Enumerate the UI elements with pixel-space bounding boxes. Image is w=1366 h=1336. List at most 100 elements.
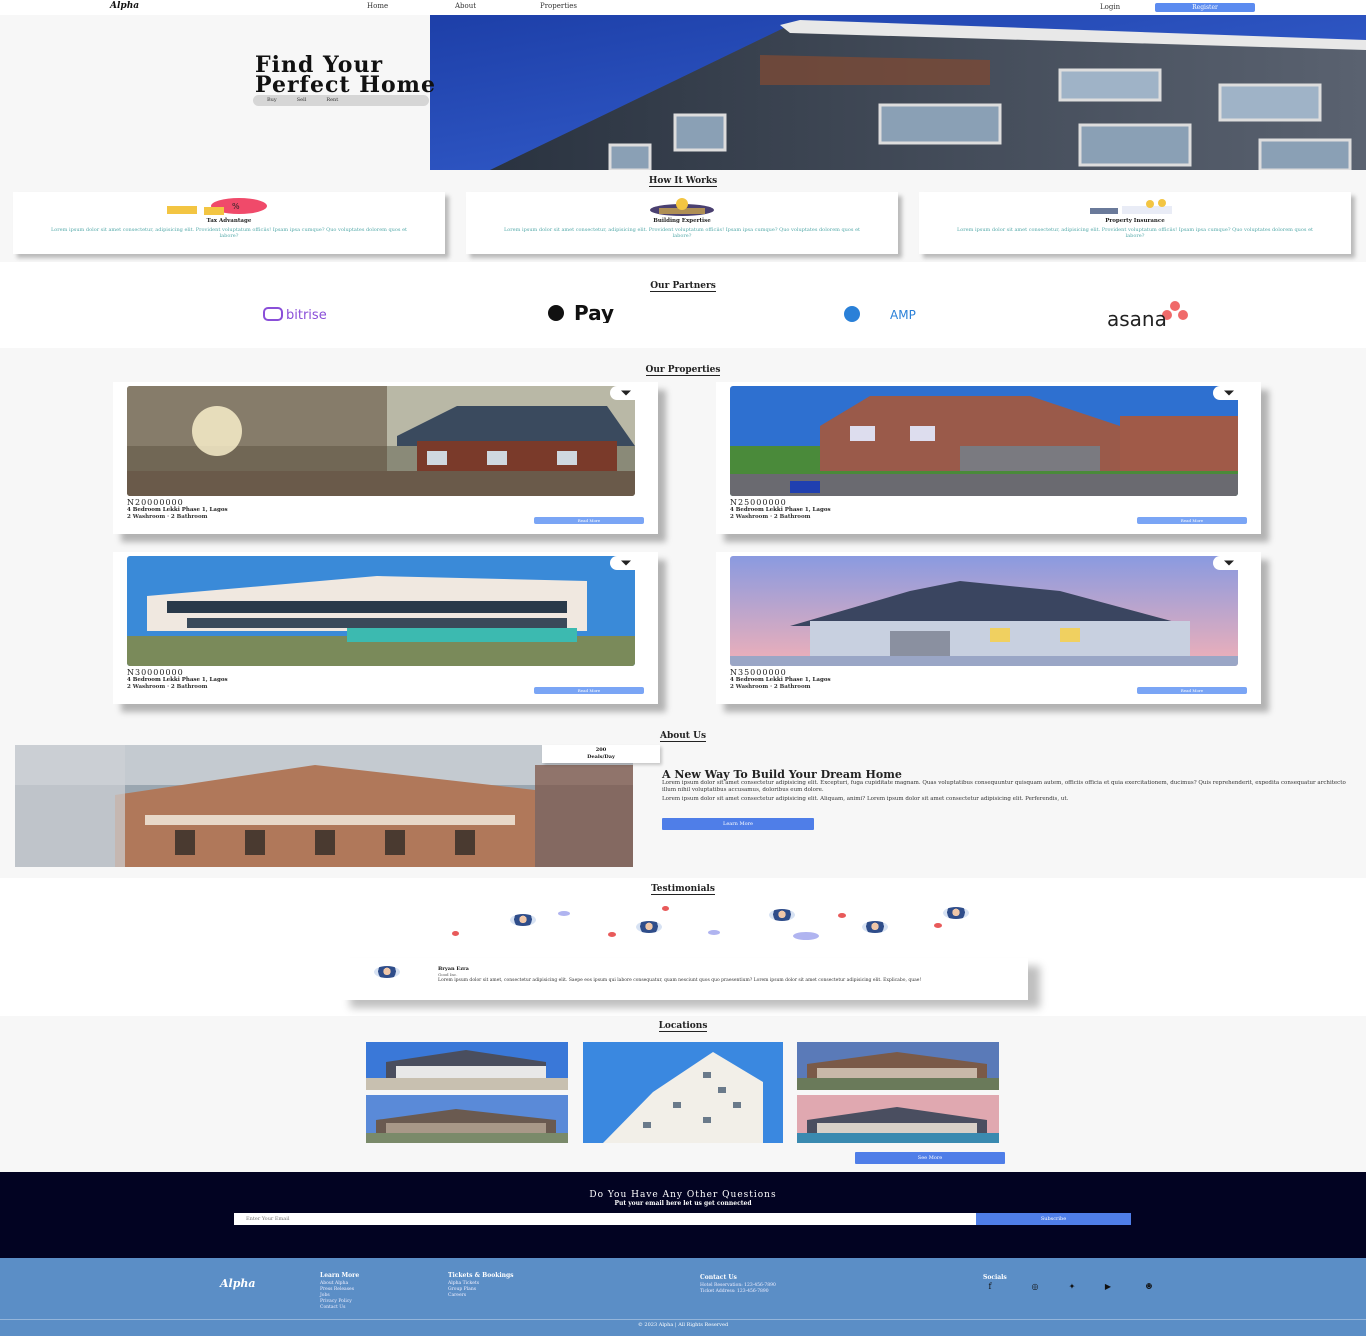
login-link[interactable]: Login xyxy=(1100,3,1120,11)
avatar[interactable] xyxy=(510,914,536,926)
bitrise-logo-text: bitrise xyxy=(286,308,327,322)
read-more-button[interactable]: Read More xyxy=(1137,687,1247,694)
deals-count: 200 xyxy=(595,747,607,753)
read-more-button[interactable]: Read More xyxy=(1137,517,1247,524)
hiw-card-tax: % Tax Advantage Lorem ipsum dolor sit am… xyxy=(13,192,445,254)
nav-link-home[interactable]: Home xyxy=(367,2,388,10)
about-text: Lorem ipsum dolor sit amet consectetur a… xyxy=(662,780,1352,803)
subscribe-button[interactable]: Subscribe xyxy=(976,1213,1131,1225)
testimonial-text: Lorem ipsum dolor sit amet, consectetur … xyxy=(438,978,922,983)
avatar[interactable] xyxy=(943,907,969,919)
hero-title-line2: Perfect Home xyxy=(255,72,436,98)
tab-sell[interactable]: Sell xyxy=(289,97,315,104)
hiw-card-text: Lorem ipsum dolor sit amet consectetur, … xyxy=(956,227,1314,239)
newsletter-subtitle: Put your email here let us get connected xyxy=(614,1200,752,1207)
location-image[interactable] xyxy=(366,1042,568,1090)
decorative-dot xyxy=(608,932,616,937)
decorative-dot xyxy=(934,923,942,928)
bitrise-logo: bitrise xyxy=(262,306,407,326)
email-field[interactable] xyxy=(234,1213,976,1225)
property-price: N20000000 xyxy=(127,498,184,507)
apple-pay-logo-text: Pay xyxy=(574,301,614,323)
hiw-card-text: Lorem ipsum dolor sit amet consectetur, … xyxy=(503,227,861,239)
property-features: 2 Washroom · 2 Bathroom xyxy=(127,684,208,690)
footer-learn-more-heading: Learn More xyxy=(320,1272,360,1279)
avatar[interactable] xyxy=(862,921,888,933)
asana-logo: asana xyxy=(1105,300,1250,332)
avatar[interactable] xyxy=(636,921,662,933)
testimonial-card: Bryan Ezra Good Inc. Lorem ipsum dolor s… xyxy=(338,958,1028,1000)
hero-title: Find Your Perfect Home xyxy=(255,54,635,98)
properties-title: Our Properties xyxy=(645,365,721,376)
location-image[interactable] xyxy=(583,1042,783,1143)
about-house-image xyxy=(15,745,633,867)
property-insurance-icon xyxy=(1070,196,1200,220)
nav-logo[interactable]: Alpha xyxy=(110,1,139,11)
deals-badge: 200 Deals/Day xyxy=(542,745,660,763)
instagram-icon[interactable]: ◎ xyxy=(1030,1282,1040,1292)
about-paragraph-2: Lorem ipsum dolor sit amet consectetur a… xyxy=(662,796,1069,802)
property-price: N25000000 xyxy=(730,498,787,507)
favorite-button[interactable] xyxy=(1213,556,1245,570)
read-more-button[interactable]: Read More xyxy=(534,517,644,524)
tax-advantage-icon: % xyxy=(164,196,294,220)
read-more-button[interactable]: Read More xyxy=(534,687,644,694)
property-location: 4 Bedroom Lekki Phase 1, Lagos xyxy=(730,677,831,683)
see-more-button[interactable]: See More xyxy=(855,1152,1005,1164)
favorite-icon xyxy=(621,390,631,396)
hiw-card-text: Lorem ipsum dolor sit amet consectetur, … xyxy=(50,227,408,239)
footer-contact-heading: Contact Us xyxy=(700,1274,737,1281)
property-card[interactable]: N25000000 4 Bedroom Lekki Phase 1, Lagos… xyxy=(716,382,1261,534)
decorative-dot xyxy=(838,913,846,918)
decorative-dot xyxy=(793,932,819,940)
svg-text:%: % xyxy=(232,202,240,211)
footer-link[interactable]: Careers xyxy=(448,1293,466,1299)
hiw-card-title: Tax Advantage xyxy=(206,218,252,224)
register-button[interactable]: Register xyxy=(1155,3,1255,12)
favorite-button[interactable] xyxy=(1213,386,1245,400)
avatar[interactable] xyxy=(769,909,795,921)
newsletter-title: Do You Have Any Other Questions xyxy=(589,1190,777,1200)
footer-divider xyxy=(0,1319,1366,1320)
nav-link-about[interactable]: About xyxy=(455,2,476,10)
property-price: N35000000 xyxy=(730,668,787,677)
footer-social-heading: Socials xyxy=(983,1274,1007,1281)
youtube-icon[interactable]: ▶ xyxy=(1103,1282,1113,1292)
property-features: 2 Washroom · 2 Bathroom xyxy=(127,514,208,520)
copyright: © 2023 Alpha | All Rights Reserved xyxy=(637,1322,729,1328)
property-features: 2 Washroom · 2 Bathroom xyxy=(730,514,811,520)
property-price: N30000000 xyxy=(127,668,184,677)
nav-link-properties[interactable]: Properties xyxy=(540,2,577,10)
how-it-works-title: How It Works xyxy=(648,176,718,187)
decorative-dot xyxy=(558,911,570,916)
property-image xyxy=(127,556,635,666)
location-image[interactable] xyxy=(797,1095,999,1143)
snapchat-icon[interactable]: ☻ xyxy=(1144,1282,1154,1292)
location-image[interactable] xyxy=(797,1042,999,1090)
hiw-card-building: Building Expertise Lorem ipsum dolor sit… xyxy=(466,192,898,254)
facebook-icon[interactable]: f xyxy=(985,1282,995,1292)
learn-more-button[interactable]: Learn More xyxy=(662,818,814,830)
footer-logo[interactable]: Alpha xyxy=(220,1277,256,1290)
about-title: About Us xyxy=(659,731,707,742)
apple-pay-logo: Pay xyxy=(544,301,689,327)
favorite-button[interactable] xyxy=(610,386,642,400)
asana-logo-text: asana xyxy=(1107,307,1167,328)
partners-title: Our Partners xyxy=(650,281,716,292)
hiw-card-title: Building Expertise xyxy=(653,218,711,224)
tab-rent[interactable]: Rent xyxy=(318,97,346,104)
amp-logo: AMP xyxy=(830,306,965,326)
footer-link[interactable]: Contact Us xyxy=(320,1305,345,1311)
property-features: 2 Washroom · 2 Bathroom xyxy=(730,684,811,690)
building-expertise-icon xyxy=(617,196,747,220)
about-paragraph-1: Lorem ipsum dolor sit amet consectetur a… xyxy=(662,780,1346,793)
twitter-icon[interactable]: ✦ xyxy=(1067,1282,1077,1292)
property-card[interactable]: N30000000 4 Bedroom Lekki Phase 1, Lagos… xyxy=(113,552,658,704)
locations-title: Locations xyxy=(658,1021,708,1032)
tab-buy[interactable]: Buy xyxy=(259,97,285,104)
decorative-dot xyxy=(662,906,669,911)
property-card[interactable]: N35000000 4 Bedroom Lekki Phase 1, Lagos… xyxy=(716,552,1261,704)
favorite-button[interactable] xyxy=(610,556,642,570)
location-image[interactable] xyxy=(366,1095,568,1143)
property-card[interactable]: N20000000 4 Bedroom Lekki Phase 1, Lagos… xyxy=(113,382,658,534)
